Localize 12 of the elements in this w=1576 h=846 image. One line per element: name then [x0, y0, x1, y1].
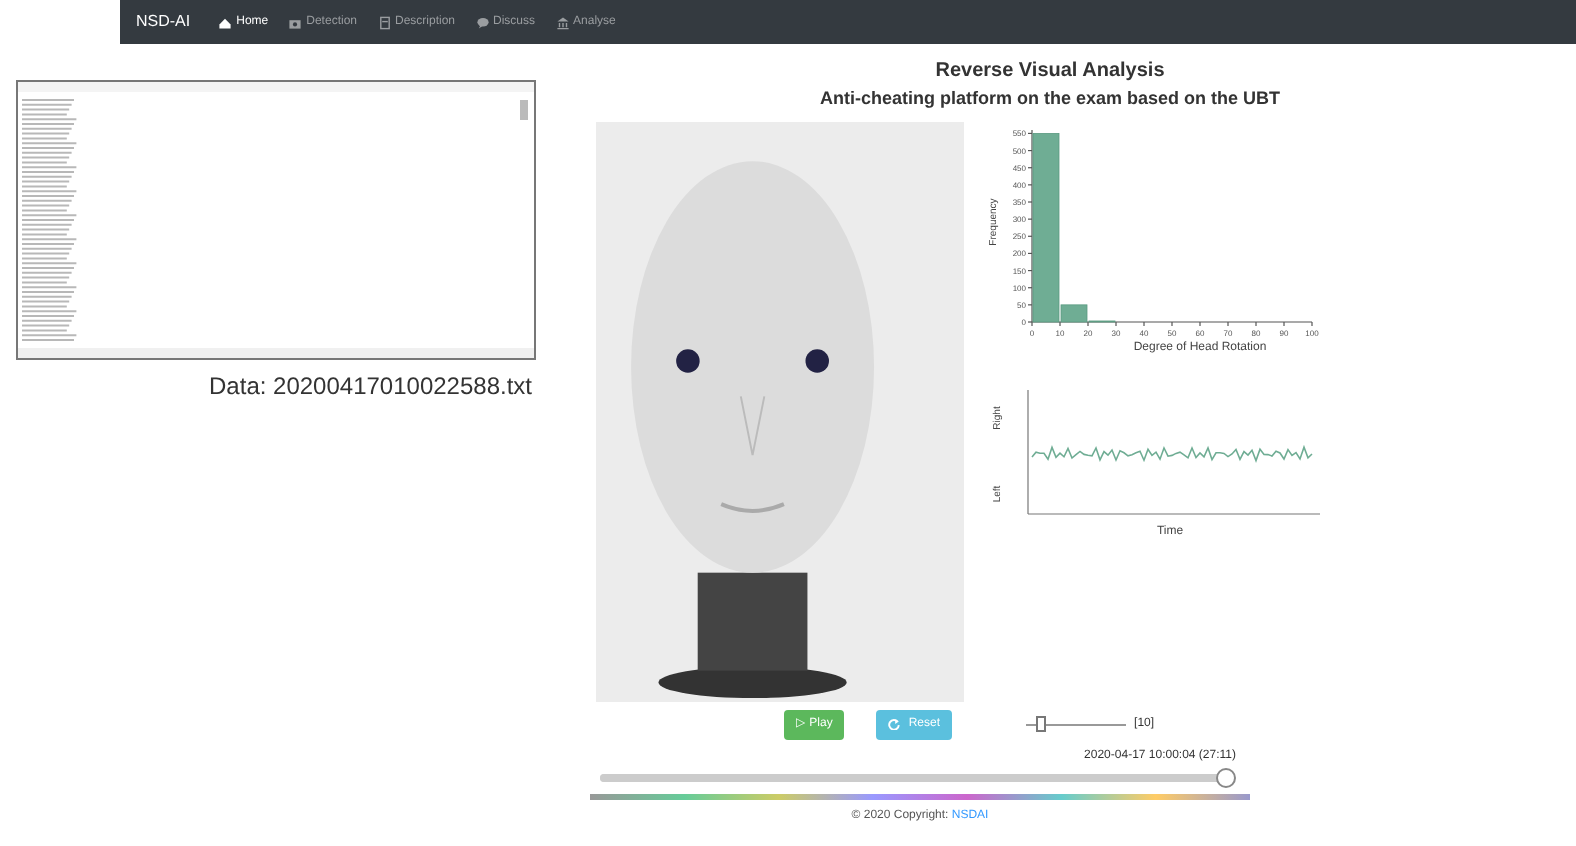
data-file-caption: Data: 20200417010022588.txt	[207, 370, 534, 404]
brand-logo-text: NSD-AI	[136, 10, 191, 34]
speech-bubble-icon	[475, 15, 490, 29]
slider-thumb[interactable]	[1036, 715, 1047, 731]
building-icon	[555, 15, 570, 29]
page-subtitle: Anti-cheating platform on the exam based on the UBT	[817, 86, 1283, 112]
page-title: Reverse Visual Analysis	[933, 58, 1167, 86]
home-icon	[218, 15, 233, 29]
camera-icon	[288, 15, 303, 29]
timeline-slider[interactable]	[600, 765, 1236, 789]
clipboard-icon	[377, 15, 391, 29]
refresh-icon	[888, 718, 901, 730]
